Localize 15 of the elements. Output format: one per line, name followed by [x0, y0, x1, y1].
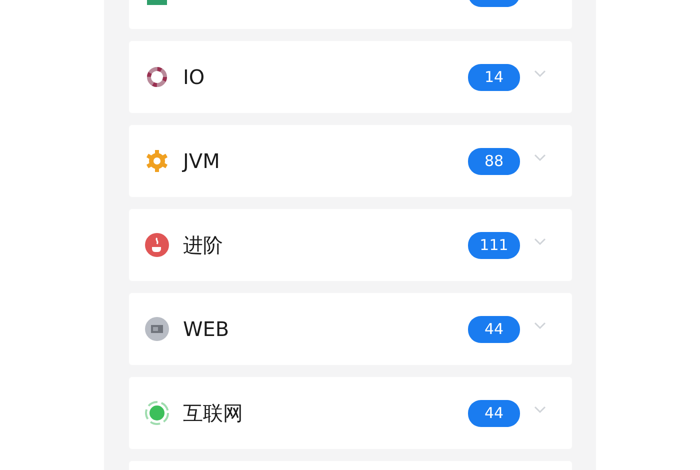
count-badge: 44	[468, 400, 520, 426]
category-card[interactable]: IO 14	[129, 41, 572, 113]
count-badge: 88	[468, 148, 520, 174]
category-card[interactable]: JVM 88	[129, 125, 572, 197]
category-label: WEB	[183, 317, 230, 341]
count-badge: 44	[468, 316, 520, 342]
category-card[interactable]: 进阶 111	[129, 209, 572, 281]
count-badge: 14	[468, 64, 520, 90]
category-label: JVM	[183, 149, 220, 173]
count-badge: 111	[468, 232, 520, 258]
category-label: 进阶	[183, 232, 223, 258]
category-label: 互联网	[183, 400, 243, 426]
category-card[interactable]: WEB 44	[129, 293, 572, 365]
category-label: IO	[183, 65, 205, 89]
category-card[interactable]: 互联网 44	[129, 377, 572, 449]
